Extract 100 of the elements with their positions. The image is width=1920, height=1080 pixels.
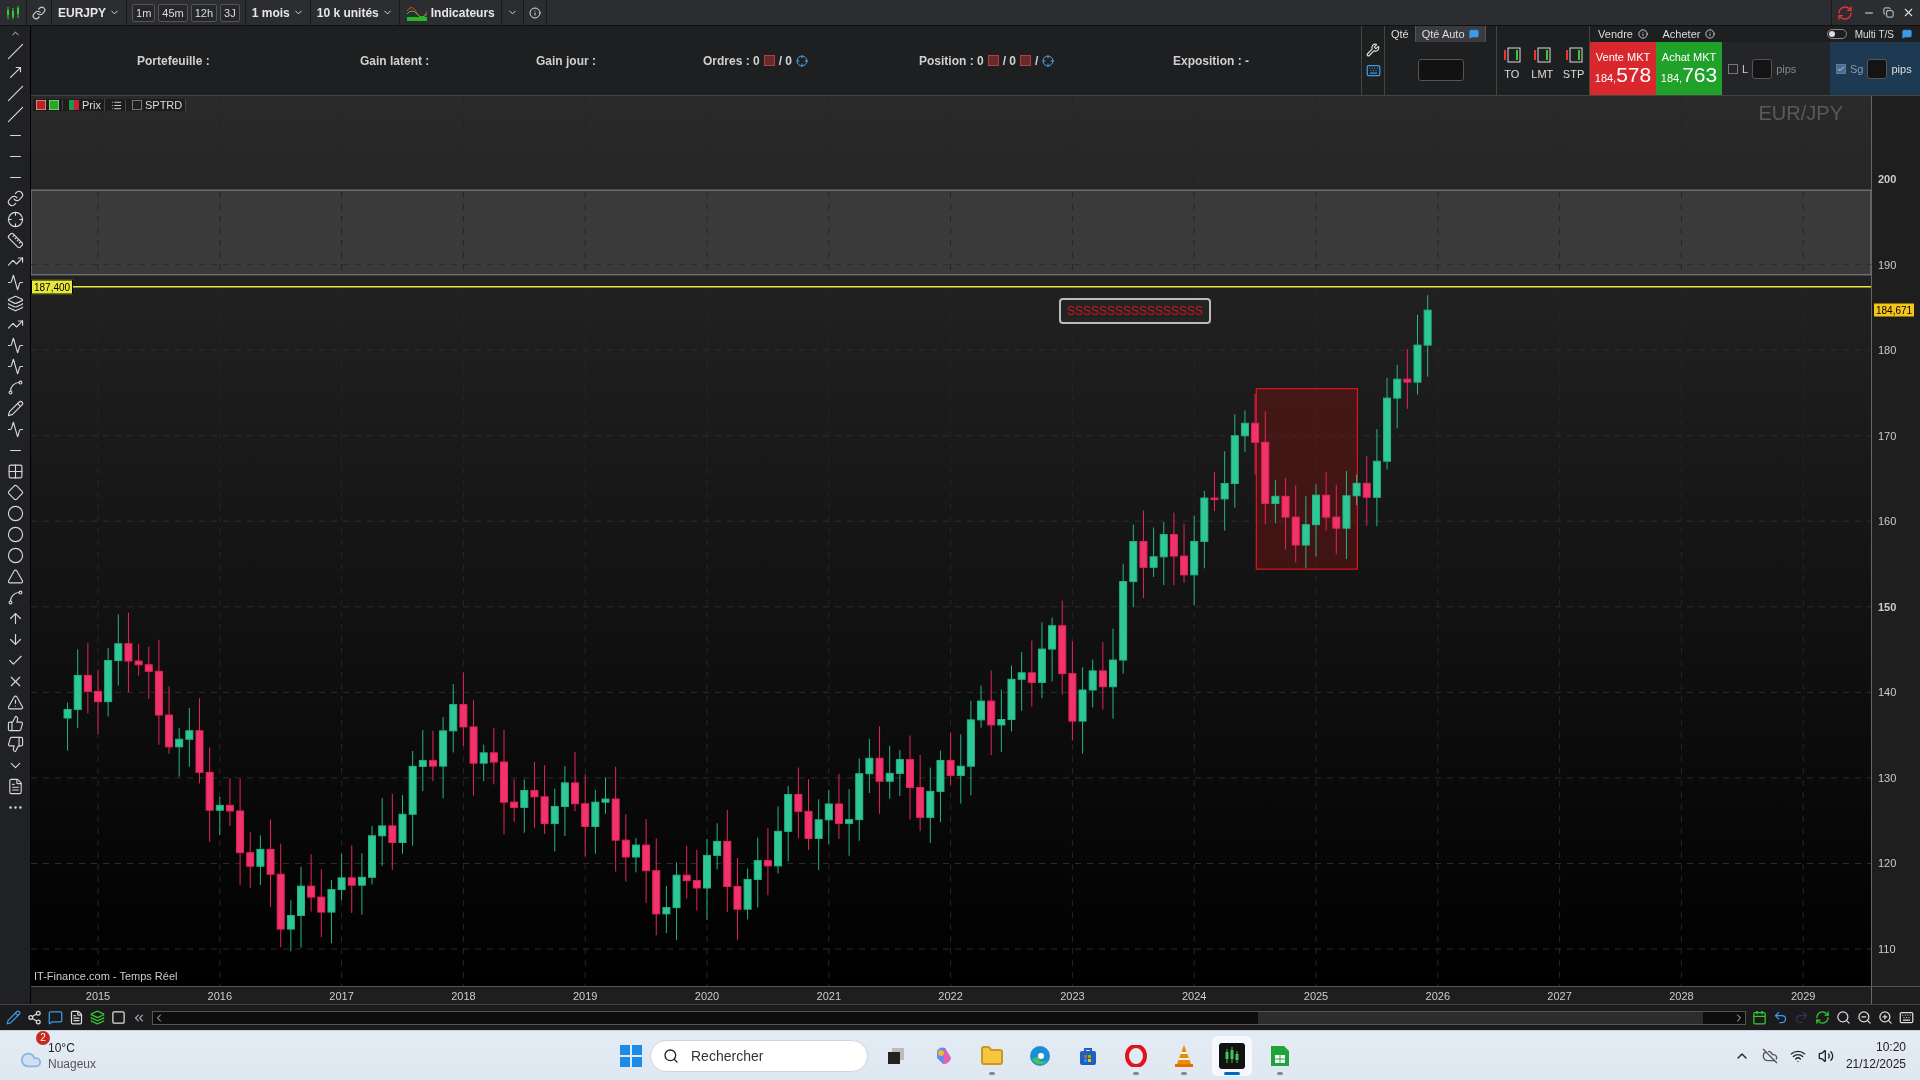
price-axis-label: 160 [1878,515,1897,528]
ruler-icon[interactable] [6,232,24,249]
zigzag-icon[interactable] [6,337,24,354]
clock-date[interactable]: 21/12/2025 [1845,1057,1906,1071]
link-icon[interactable] [6,190,24,207]
timeframe-button[interactable]: 12h [190,3,218,22]
year-label: 2021 [816,990,842,1002]
quantity-tab[interactable]: Qté Auto [1415,26,1486,42]
zoom-out-icon[interactable] [1857,1010,1872,1025]
connection-icon[interactable] [32,5,46,20]
candlestick-icon[interactable] [5,5,21,20]
layers-icon[interactable] [6,295,24,312]
limit-input[interactable] [1752,58,1773,79]
order-type-button[interactable]: TO [1501,45,1522,80]
timeframe-button[interactable]: 3J [220,3,240,22]
quantity-tab[interactable]: Qté [1385,26,1416,42]
start-icon[interactable] [620,1044,642,1067]
diamond-icon[interactable] [6,484,24,501]
cancel-icon[interactable] [987,55,999,66]
grid-icon[interactable] [6,463,24,480]
curve-icon[interactable] [6,379,24,396]
line-icon[interactable] [6,43,24,60]
document-icon[interactable] [6,778,24,795]
multi-ts-label: Multi T/S [1854,28,1894,40]
cancel-icon[interactable] [763,55,775,66]
price-axis-label: 130 [1878,771,1897,784]
price-axis-label: 140 [1878,686,1897,699]
sell-market-button[interactable]: Vente MKT 184,578 [1590,42,1656,95]
traffic-cone-icon [1173,1043,1195,1068]
year-label: 2028 [1669,990,1694,1002]
keyboard-icon[interactable] [1365,63,1381,78]
line-icon[interactable] [6,85,24,102]
info-icon[interactable] [1705,29,1716,39]
thumbs-down-icon[interactable] [6,736,24,753]
year-label: 2019 [572,990,598,1002]
year-label: 2029 [1790,990,1816,1002]
share-icon[interactable] [27,1010,42,1025]
orders-count: / 0 [778,53,793,68]
position-count: / 0 [1002,53,1016,68]
temperature[interactable]: 10°C [48,1040,97,1055]
year-label: 2023 [1060,990,1085,1002]
year-label: 2016 [207,990,233,1002]
zigzag-icon[interactable] [6,358,24,375]
volume-icon[interactable] [1817,1047,1834,1064]
zoom-in-icon[interactable] [1878,1010,1893,1025]
limit-checkbox[interactable] [1728,63,1738,74]
quantity-dropdown[interactable]: 10 k unités [310,0,400,25]
download-icon[interactable] [36,100,46,110]
timeframe-button[interactable]: 1m [132,3,156,22]
stop-input[interactable] [1867,58,1888,79]
current-price-tag: 184,671 [1874,303,1915,317]
timeframe-button[interactable]: 45m [158,3,188,22]
circle-icon[interactable] [6,547,24,564]
refresh-icon[interactable] [1837,4,1853,21]
period-dropdown[interactable]: 1 mois [245,0,311,25]
line-price-label: 187,400 [31,279,74,295]
order-ticket-icon [1532,45,1553,64]
warning-icon[interactable] [6,694,24,711]
crosshair-icon[interactable] [6,211,24,228]
zigzag-icon[interactable] [6,421,24,438]
pencil-icon[interactable] [6,1010,21,1025]
buy-header: Acheter [1662,28,1701,40]
quantity-field[interactable] [1417,59,1464,81]
zoom-fit-icon[interactable] [1836,1010,1851,1025]
search-field[interactable]: Rechercher [650,1039,868,1072]
pips-label: pips [1891,62,1912,75]
arc-icon[interactable] [6,589,24,606]
ellipse-icon[interactable] [6,505,24,522]
order-type-button[interactable]: STP [1562,45,1585,80]
list-icon[interactable] [110,99,122,111]
cloud-off-icon[interactable] [1761,1047,1778,1064]
undo-icon[interactable] [1773,1010,1788,1025]
info-icon[interactable] [528,6,541,19]
info-icon[interactable] [1637,29,1648,39]
scrollbar[interactable] [152,1010,1746,1025]
weather-condition[interactable]: Nuageux [48,1056,97,1071]
triangle-icon[interactable] [6,568,24,585]
swap-icon[interactable] [1815,1010,1830,1025]
zigzag-icon[interactable] [6,274,24,291]
chat-icon[interactable] [1902,29,1912,39]
close-icon[interactable] [1902,6,1915,19]
taskbar-app[interactable] [1212,1035,1252,1076]
search-icon [663,1047,679,1064]
circle-icon[interactable] [6,526,24,543]
wrench-icon[interactable] [1366,43,1380,57]
window-icon[interactable] [111,1010,126,1025]
calendar-icon[interactable] [1752,1010,1767,1025]
restore-icon[interactable] [1883,7,1894,18]
line-icon[interactable] [6,106,24,123]
thumbs-up-icon[interactable] [6,715,24,732]
symbol-dropdown[interactable]: EURJPY [52,0,128,25]
chat-icon[interactable] [48,1010,63,1025]
indicators-button[interactable]: Indicateurs [399,0,502,25]
unrealized-gain-label: Gain latent : [360,53,431,68]
document-icon[interactable] [69,1010,84,1025]
layers-icon[interactable] [90,1010,105,1025]
order-type-button[interactable]: LMT [1531,45,1554,80]
stop-checkbox[interactable] [1836,63,1846,74]
study-checkbox[interactable] [131,100,142,110]
clock-time[interactable]: 10:20 [1875,1040,1906,1054]
